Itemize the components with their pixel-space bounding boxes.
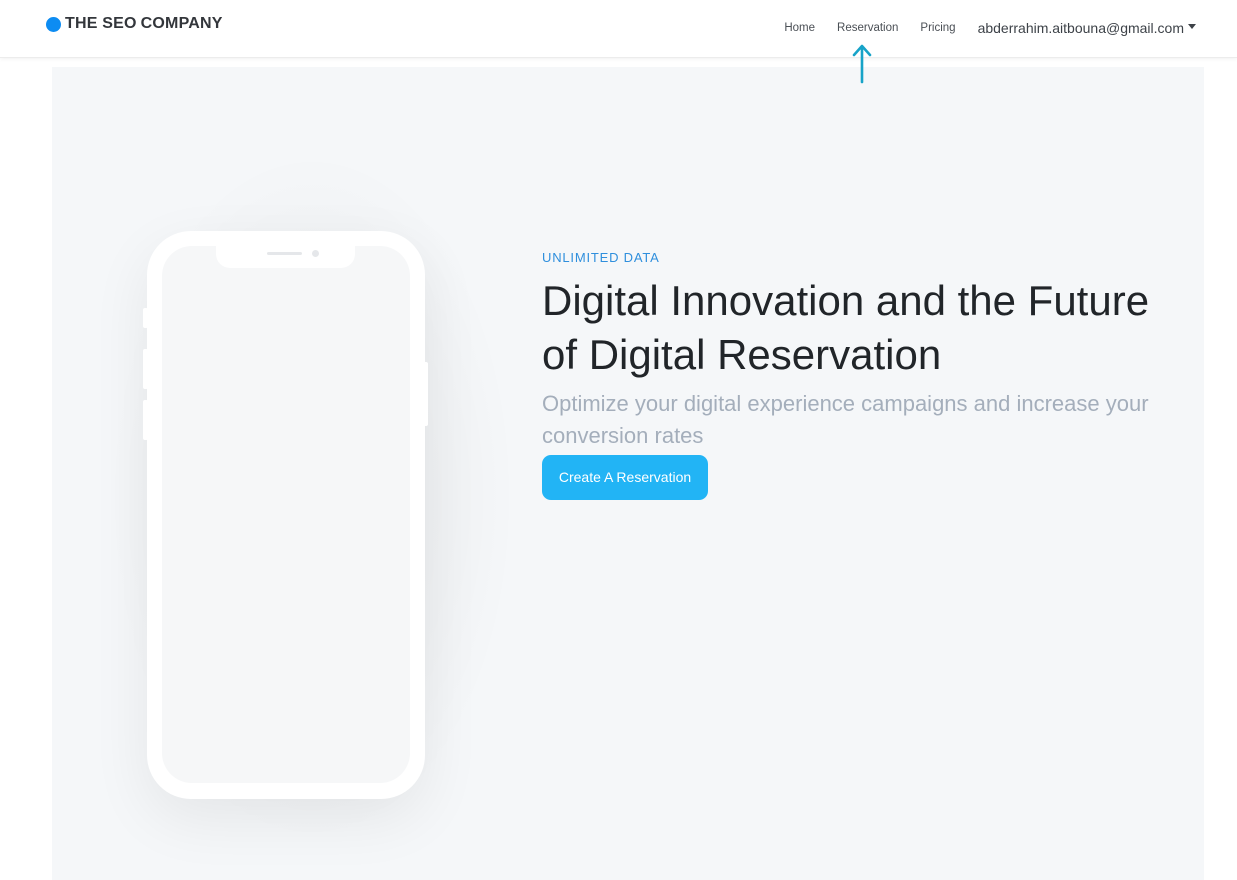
phone-camera — [312, 250, 319, 257]
hero-section: UNLIMITED DATA Digital Innovation and th… — [52, 67, 1204, 880]
nav-link-home[interactable]: Home — [784, 18, 815, 38]
phone-mockup — [143, 231, 428, 799]
hero-subtitle: Optimize your digital experience campaig… — [542, 391, 1149, 448]
user-menu-dropdown[interactable]: abderrahim.aitbouna@gmail.com — [978, 18, 1196, 38]
phone-notch — [216, 244, 355, 268]
brand-name-part1: THE SEO — [65, 15, 137, 32]
phone-side-button — [143, 400, 148, 440]
brand-dot-icon — [46, 16, 61, 32]
caret-down-icon — [1188, 24, 1196, 29]
phone-speaker — [267, 252, 302, 255]
nav-links: Home Reservation Pricing abderrahim.aitb… — [762, 18, 1196, 38]
brand-name-part2: COMPANY — [140, 15, 223, 32]
brand-logo[interactable]: THE SEO COMPANY — [46, 14, 223, 34]
hero-eyebrow: UNLIMITED DATA — [542, 250, 660, 265]
phone-screen — [162, 246, 410, 783]
phone-side-button — [423, 362, 428, 426]
arrow-up-icon — [852, 44, 872, 84]
headline-light: Digital Innovation and the — [542, 277, 1028, 324]
user-email: abderrahim.aitbouna@gmail.com — [977, 20, 1184, 36]
hero-text: UNLIMITED DATA Digital Innovation and th… — [542, 249, 1192, 500]
phone-side-button — [143, 308, 148, 328]
navbar: THE SEO COMPANY Home Reservation Pricing … — [0, 0, 1237, 58]
create-reservation-button[interactable]: Create A Reservation — [542, 455, 708, 500]
phone-side-button — [143, 349, 148, 389]
nav-link-reservation[interactable]: Reservation — [837, 18, 898, 38]
nav-link-pricing[interactable]: Pricing — [920, 18, 955, 38]
brand-name: THE SEO COMPANY — [65, 15, 223, 33]
hero-headline: Digital Innovation and the Future of Dig… — [542, 274, 1192, 382]
